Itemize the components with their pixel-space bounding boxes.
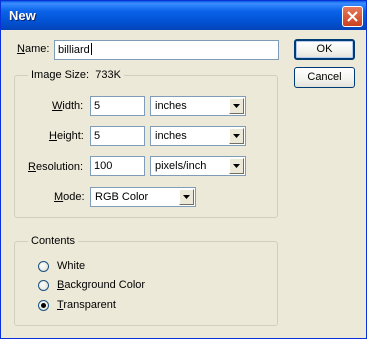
radio-transparent-label[interactable]: Transparent xyxy=(57,299,116,311)
width-unit-dropdown-button[interactable] xyxy=(229,98,244,114)
radio-transparent[interactable] xyxy=(38,300,49,311)
image-size-value: 733K xyxy=(95,69,121,81)
name-label: Name: xyxy=(17,43,50,55)
chevron-down-icon xyxy=(183,195,190,199)
close-button[interactable] xyxy=(342,6,363,27)
resolution-unit-dropdown-button[interactable] xyxy=(229,158,244,174)
cancel-button[interactable]: Cancel xyxy=(294,67,355,88)
dialog-title: New xyxy=(9,8,36,23)
text-caret xyxy=(90,43,92,55)
height-input[interactable]: 5 xyxy=(90,126,145,146)
mode-dropdown-button[interactable] xyxy=(179,189,194,205)
resolution-input[interactable]: 100 xyxy=(90,156,145,176)
close-icon xyxy=(347,11,358,22)
resolution-label: Resolution: xyxy=(28,161,84,173)
mode-label: Mode: xyxy=(54,191,85,203)
height-unit-dropdown-button[interactable] xyxy=(229,128,244,144)
name-input[interactable]: billiard xyxy=(54,40,279,60)
width-input[interactable]: 5 xyxy=(90,96,145,116)
title-bar[interactable]: New xyxy=(1,1,366,30)
height-label: Height: xyxy=(49,130,84,142)
width-label: Width: xyxy=(52,100,84,112)
new-document-dialog: New Name: billiard Image Size: 733K Widt… xyxy=(0,0,367,339)
ok-button[interactable]: OK xyxy=(294,39,355,60)
height-unit-select[interactable]: inches xyxy=(150,126,246,146)
chevron-down-icon xyxy=(233,164,240,168)
radio-white[interactable] xyxy=(38,261,49,272)
image-size-legend: Image Size: 733K xyxy=(28,69,124,81)
radio-white-label[interactable]: White xyxy=(57,260,85,272)
width-unit-select[interactable]: inches xyxy=(150,96,246,116)
mode-select[interactable]: RGB Color xyxy=(90,187,196,207)
contents-group xyxy=(14,241,278,326)
chevron-down-icon xyxy=(233,104,240,108)
radio-background-color-label[interactable]: Background Color xyxy=(57,279,145,291)
radio-background-color[interactable] xyxy=(38,280,49,291)
resolution-unit-select[interactable]: pixels/inch xyxy=(150,156,246,176)
contents-legend: Contents xyxy=(28,235,79,247)
chevron-down-icon xyxy=(233,134,240,138)
